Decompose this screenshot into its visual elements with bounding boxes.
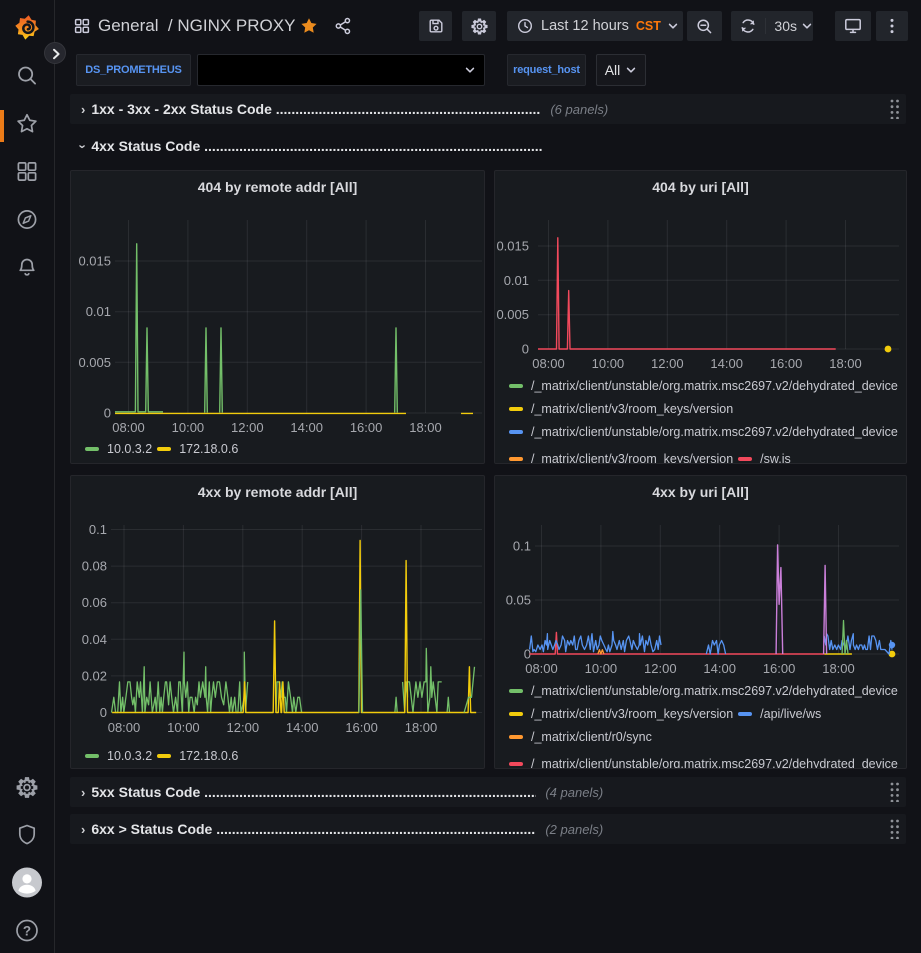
svg-text:12:00: 12:00 xyxy=(644,661,677,676)
svg-text:14:00: 14:00 xyxy=(290,420,323,435)
svg-text:0.05: 0.05 xyxy=(506,593,531,608)
svg-text:16:00: 16:00 xyxy=(345,720,378,735)
svg-text:0: 0 xyxy=(104,406,111,421)
svg-text:18:00: 18:00 xyxy=(405,720,438,735)
svg-text:0: 0 xyxy=(100,705,107,720)
svg-text:0.005: 0.005 xyxy=(78,355,111,370)
svg-text:08:00: 08:00 xyxy=(525,661,558,676)
svg-text:10:00: 10:00 xyxy=(585,661,618,676)
svg-text:10:00: 10:00 xyxy=(592,356,625,371)
svg-text:16:00: 16:00 xyxy=(350,420,383,435)
svg-text:12:00: 12:00 xyxy=(651,356,684,371)
svg-text:18:00: 18:00 xyxy=(822,661,855,676)
svg-text:0.1: 0.1 xyxy=(513,539,531,554)
svg-text:0.02: 0.02 xyxy=(82,668,107,683)
svg-text:0.015: 0.015 xyxy=(78,254,111,269)
svg-text:12:00: 12:00 xyxy=(227,720,260,735)
svg-text:08:00: 08:00 xyxy=(108,720,141,735)
svg-text:0.01: 0.01 xyxy=(504,273,529,288)
svg-text:0: 0 xyxy=(522,342,529,357)
svg-text:0.005: 0.005 xyxy=(496,307,529,322)
svg-text:14:00: 14:00 xyxy=(703,661,736,676)
svg-text:0.1: 0.1 xyxy=(89,522,107,537)
svg-text:14:00: 14:00 xyxy=(710,356,743,371)
svg-text:?: ? xyxy=(23,923,31,938)
svg-text:0.06: 0.06 xyxy=(82,595,107,610)
svg-text:08:00: 08:00 xyxy=(532,356,565,371)
svg-text:14:00: 14:00 xyxy=(286,720,319,735)
svg-text:16:00: 16:00 xyxy=(770,356,803,371)
svg-text:16:00: 16:00 xyxy=(763,661,796,676)
svg-text:0.01: 0.01 xyxy=(86,304,111,319)
svg-text:10:00: 10:00 xyxy=(167,720,200,735)
svg-text:18:00: 18:00 xyxy=(829,356,862,371)
svg-text:0.015: 0.015 xyxy=(496,239,529,254)
svg-text:0.04: 0.04 xyxy=(82,632,107,647)
svg-text:0.08: 0.08 xyxy=(82,559,107,574)
svg-text:18:00: 18:00 xyxy=(409,420,442,435)
svg-text:08:00: 08:00 xyxy=(112,420,145,435)
svg-text:12:00: 12:00 xyxy=(231,420,264,435)
svg-text:10:00: 10:00 xyxy=(172,420,205,435)
